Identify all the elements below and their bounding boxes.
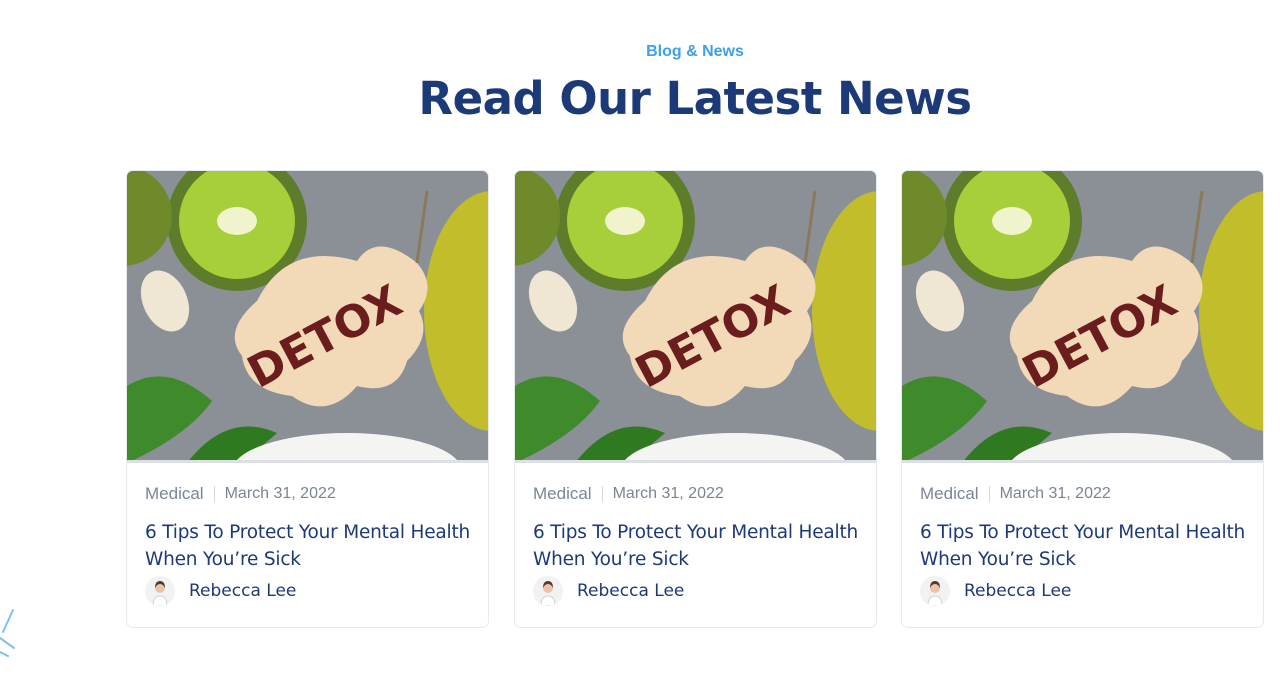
detox-image: DETOX	[127, 171, 488, 463]
post-category[interactable]: Medical	[533, 484, 592, 504]
detox-image: DETOX	[902, 171, 1263, 463]
blog-card[interactable]: DETOX Medical March 31, 2022 6 Tips To P…	[514, 170, 877, 628]
section-title: Read Our Latest News	[418, 72, 972, 125]
post-title[interactable]: 6 Tips To Protect Your Mental Health Whe…	[533, 519, 868, 573]
post-date: March 31, 2022	[612, 485, 724, 502]
post-category[interactable]: Medical	[145, 484, 204, 504]
author-name[interactable]: Rebecca Lee	[189, 581, 296, 601]
author-avatar	[920, 576, 950, 606]
thumb-divider	[515, 460, 876, 463]
post-title[interactable]: 6 Tips To Protect Your Mental Health Whe…	[145, 519, 480, 573]
author-avatar	[533, 576, 563, 606]
post-meta: Medical March 31, 2022	[145, 484, 336, 504]
decorative-sparkle-icon	[0, 609, 15, 657]
blog-card[interactable]: DETOX Medical March 31, 2022 6 Tips To P…	[126, 170, 489, 628]
author-avatar	[145, 576, 175, 606]
post-thumbnail[interactable]: DETOX	[515, 171, 876, 463]
post-author[interactable]: Rebecca Lee	[533, 576, 684, 606]
thumb-divider	[127, 460, 488, 463]
section-eyebrow: Blog & News	[646, 43, 744, 60]
post-author[interactable]: Rebecca Lee	[145, 576, 296, 606]
post-thumbnail[interactable]: DETOX	[127, 171, 488, 463]
post-date: March 31, 2022	[224, 485, 336, 502]
meta-separator	[601, 486, 603, 502]
meta-separator	[213, 486, 215, 502]
meta-separator	[988, 486, 990, 502]
post-thumbnail[interactable]: DETOX	[902, 171, 1263, 463]
author-name[interactable]: Rebecca Lee	[577, 581, 684, 601]
author-name[interactable]: Rebecca Lee	[964, 581, 1071, 601]
detox-image: DETOX	[515, 171, 876, 463]
post-date: March 31, 2022	[999, 485, 1111, 502]
thumb-divider	[902, 460, 1263, 463]
blog-card[interactable]: DETOX Medical March 31, 2022 6 Tips To P…	[901, 170, 1264, 628]
post-title[interactable]: 6 Tips To Protect Your Mental Health Whe…	[920, 519, 1255, 573]
post-meta: Medical March 31, 2022	[920, 484, 1111, 504]
post-author[interactable]: Rebecca Lee	[920, 576, 1071, 606]
post-meta: Medical March 31, 2022	[533, 484, 724, 504]
post-category[interactable]: Medical	[920, 484, 979, 504]
